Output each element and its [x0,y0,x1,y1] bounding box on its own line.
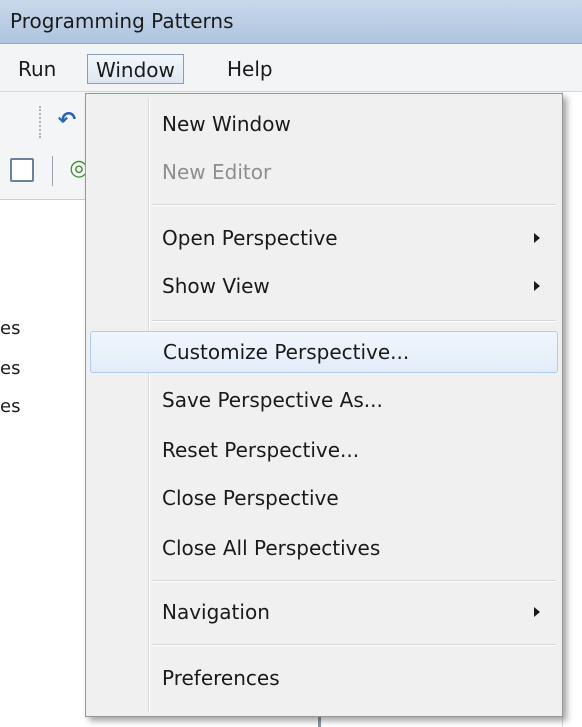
window-menu-dropdown: New Window New Editor Open Perspective S… [85,93,563,717]
menu-item-open-perspective[interactable]: Open Perspective [90,218,558,258]
menu-separator [152,580,556,582]
tree-item-fragment[interactable]: es [0,396,20,417]
menu-item-reset-perspective[interactable]: Reset Perspective... [90,430,558,470]
submenu-arrow-icon [534,233,540,243]
submenu-arrow-icon [534,607,540,617]
menu-item-label: Open Perspective [162,226,338,250]
editor-icon[interactable] [10,158,34,182]
editor-area-edge [562,92,582,727]
undo-icon[interactable]: ↶ [54,108,80,134]
menu-item-new-window[interactable]: New Window [90,104,558,144]
menu-help[interactable]: Help [219,54,281,84]
menu-bar: Run Window Help [0,44,582,92]
menu-window[interactable]: Window [87,54,184,84]
tree-item-fragment[interactable]: es [0,358,20,379]
menu-item-show-view[interactable]: Show View [90,266,558,306]
menu-item-label: Preferences [162,666,280,690]
menu-item-label: New Window [162,112,291,136]
menu-item-label: Close Perspective [162,486,339,510]
menu-item-label: Navigation [162,600,270,624]
menu-item-label: Show View [162,274,270,298]
menu-item-close-perspective[interactable]: Close Perspective [90,478,558,518]
menu-item-preferences[interactable]: Preferences [90,658,558,698]
toolbar-separator [52,156,53,186]
menu-run[interactable]: Run [10,54,64,84]
title-bar: Programming Patterns [0,0,582,44]
menu-separator [152,644,556,646]
menu-item-customize-perspective[interactable]: Customize Perspective... [90,331,558,373]
toolbar-grip[interactable] [39,106,43,138]
menu-item-label: New Editor [162,160,272,184]
menu-item-label: Customize Perspective... [163,340,410,364]
menu-item-save-perspective-as[interactable]: Save Perspective As... [90,380,558,420]
window-title: Programming Patterns [10,9,234,33]
menu-item-close-all-perspectives[interactable]: Close All Perspectives [90,528,558,568]
menu-separator [152,204,556,206]
menu-item-new-editor: New Editor [90,152,558,192]
tree-item-fragment[interactable]: es [0,318,20,339]
menu-item-label: Save Perspective As... [162,388,383,412]
menu-item-label: Close All Perspectives [162,536,381,560]
menu-separator [152,320,556,322]
menu-item-label: Reset Perspective... [162,438,360,462]
submenu-arrow-icon [534,281,540,291]
menu-item-navigation[interactable]: Navigation [90,592,558,632]
